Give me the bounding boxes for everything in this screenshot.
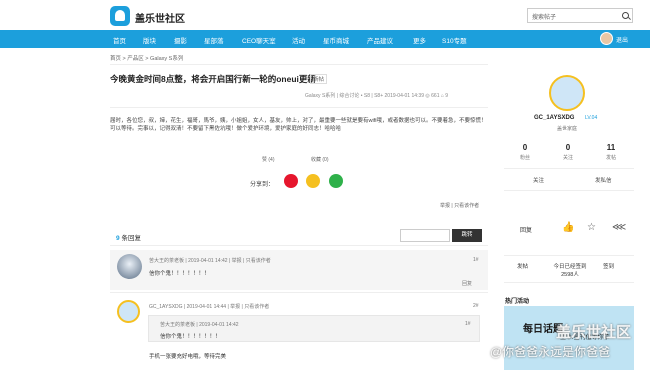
reply-page-input[interactable]	[400, 229, 450, 242]
reply-2-text: 手机一张要充好电哦，等待完美	[149, 354, 227, 360]
share-icon[interactable]: ⋘	[612, 222, 626, 233]
logout-link[interactable]: 退出	[616, 35, 628, 44]
divider	[504, 190, 634, 191]
stat-follow[interactable]: 0 关注	[548, 143, 588, 161]
weibo-share-icon[interactable]	[284, 174, 298, 188]
divider	[504, 168, 634, 169]
post-body: 届时，各位您，叔，婶，花生，福哥，馬爷，姨，小姐姐，女人，基友，帅上，对了，最重…	[110, 118, 487, 132]
watermark: 盖乐世社区	[556, 324, 632, 341]
nav-item-events[interactable]: 活动	[292, 35, 305, 45]
search-placeholder: 搜索帖子	[532, 15, 557, 21]
wechat-share-icon[interactable]	[329, 174, 343, 188]
reply-1-avatar[interactable]	[117, 254, 142, 279]
nav-item-photo[interactable]: 摄影	[174, 35, 187, 45]
post-meta: Galaxy S系列 | 综合讨论 • S8 | S8+ 2019-04-01 …	[305, 93, 449, 99]
user-avatar[interactable]	[600, 32, 613, 45]
divider	[110, 64, 488, 65]
post-title: 今晚黄金时间8点整，将会开启国行新一轮的oneui更新	[110, 74, 316, 84]
search-icon[interactable]	[622, 12, 629, 19]
like-button[interactable]: 赞 (4)	[262, 156, 275, 163]
reply-1-reply-button[interactable]: 回复	[462, 280, 472, 287]
reply-count: 9 条回复	[116, 232, 141, 242]
watermark: @你爸爸永远是你爸爸	[490, 345, 611, 359]
star-icon[interactable]: ☆	[587, 222, 596, 233]
collect-button[interactable]: 收藏 (0)	[311, 156, 329, 163]
divider	[110, 107, 488, 108]
reply-1-meta: 苦大王的茶老板 | 2019-04-01 14:42 | 举报 | 只看该作者	[149, 258, 271, 264]
reply-2-avatar[interactable]	[117, 300, 140, 323]
message-button[interactable]: 发私信	[595, 176, 612, 184]
stat-fans-label: 粉丝	[519, 155, 530, 161]
nav-item-suggest[interactable]: 产品建议	[367, 35, 393, 45]
stat-follow-value: 0	[565, 143, 571, 152]
author-level: LV.04	[585, 115, 598, 121]
signin-count: 2598人	[561, 272, 579, 278]
top-bar: 盖乐世社区 搜索帖子	[0, 0, 650, 30]
reply-count-label: 条回复	[121, 235, 141, 242]
search-input[interactable]: 搜索帖子	[527, 8, 633, 23]
divider	[110, 245, 488, 246]
post-tag: 新帖	[310, 74, 328, 84]
reply-2-floor: 2#	[473, 303, 479, 309]
brand-name[interactable]: 盖乐世社区	[135, 10, 185, 25]
reply-jump-button[interactable]: 跳转	[452, 229, 482, 242]
reply-1-floor: 1#	[473, 257, 479, 263]
breadcrumb[interactable]: 首页 > 产品区 > Galaxy S系列	[110, 54, 183, 62]
reply-count-number: 9	[116, 235, 120, 242]
post-button[interactable]: 发帖	[517, 262, 528, 270]
divider	[110, 292, 488, 293]
author-avatar[interactable]	[549, 75, 585, 111]
author-name[interactable]: GC_1AYSXDG	[534, 115, 574, 121]
stat-fans-value: 0	[522, 143, 528, 152]
nav-item-s10[interactable]: S10专题	[442, 35, 467, 45]
qzone-share-icon[interactable]	[306, 174, 320, 188]
follow-button[interactable]: 关注	[533, 176, 544, 184]
nav-item-home[interactable]: 首页	[113, 35, 126, 45]
community-logo-icon[interactable]	[110, 6, 130, 26]
share-label: 分享到：	[250, 182, 275, 188]
quote-text: 信你个鬼！！！！！！！	[160, 334, 221, 340]
author-subtitle: 盖世家庭	[557, 126, 578, 132]
quote-meta: 苦大王的茶老板 | 2019-04-01 14:42	[160, 322, 239, 328]
quote-floor: 1#	[465, 321, 471, 327]
stat-posts-label: 发帖	[605, 155, 616, 161]
signin-label: 今日已经签到	[553, 264, 587, 270]
thumb-up-icon[interactable]: 👍	[562, 222, 574, 233]
nav-item-store[interactable]: 星币商城	[323, 35, 349, 45]
nav-item-tribe[interactable]: 星部落	[204, 35, 224, 45]
post-actions[interactable]: 举报 | 只看该作者	[440, 202, 479, 209]
sidebar-reply-button[interactable]: 回复	[520, 225, 532, 234]
nav-item-ceo[interactable]: CEO聊天室	[242, 35, 276, 45]
nav-item-more[interactable]: 更多	[413, 35, 426, 45]
nav-item-boards[interactable]: 版块	[143, 35, 156, 45]
main-nav: 首页 版块 摄影 星部落 CEO聊天室 活动 星币商城 产品建议 更多 S10专…	[0, 30, 650, 48]
reply-2-meta: GC_1AYSXDG | 2019-04-01 14:44 | 举报 | 只看该…	[149, 304, 270, 310]
stat-fans[interactable]: 0 粉丝	[505, 143, 545, 161]
stat-follow-label: 关注	[562, 155, 573, 161]
signin-button[interactable]: 签到	[603, 262, 614, 270]
signin-stats: 今日已经签到 2598人	[550, 262, 590, 278]
stat-posts-value: 11	[606, 143, 616, 152]
hot-activities-title: 热门活动	[505, 299, 530, 305]
reply-1-text: 信你个鬼！！！！！！！	[149, 271, 210, 277]
stat-posts[interactable]: 11 发帖	[591, 143, 631, 161]
